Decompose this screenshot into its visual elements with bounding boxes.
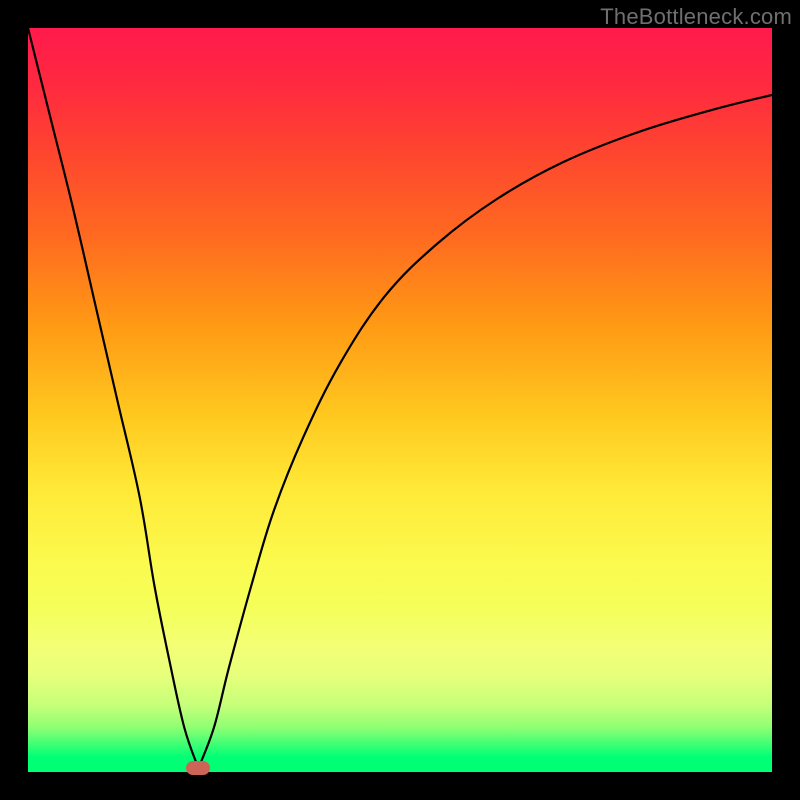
optimum-marker: [186, 761, 210, 775]
bottleneck-curve: [28, 28, 772, 772]
chart-plot-area: [28, 28, 772, 772]
watermark: TheBottleneck.com: [600, 4, 792, 30]
